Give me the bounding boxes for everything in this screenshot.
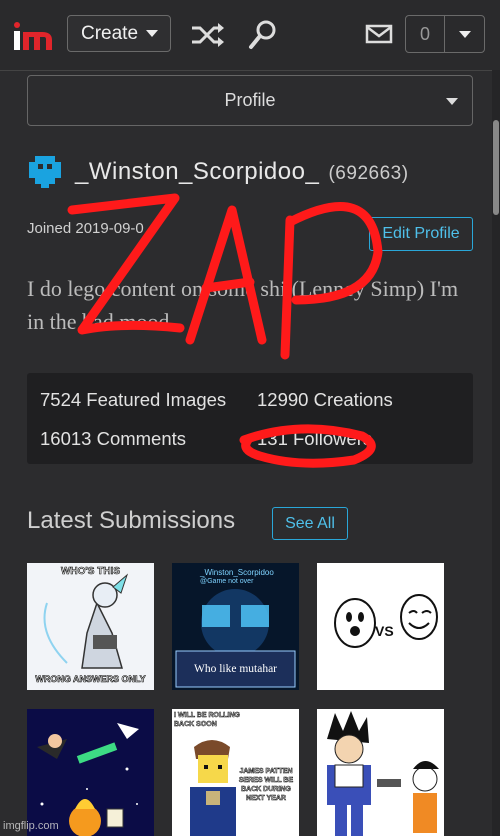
user-points: (692663) <box>328 163 409 184</box>
chevron-down-icon <box>146 30 159 37</box>
see-all-button[interactable]: See All <box>272 507 348 540</box>
create-button[interactable]: Create <box>67 15 171 52</box>
profile-select-label: Profile <box>224 90 276 110</box>
create-label: Create <box>81 22 139 44</box>
profile-stats: 7524 Featured Images 12990 Creations 160… <box>27 373 473 464</box>
stat-comments[interactable]: 16013 Comments <box>40 428 186 450</box>
thumbnail-caption: Who like mutahar <box>193 663 278 675</box>
username-text: _Winston_Scorpidoo_ <box>75 158 320 185</box>
thumbnail-caption: WHO'S THIS <box>60 566 121 578</box>
chevron-down-icon <box>458 30 471 38</box>
submission-thumbnail[interactable]: _Winston_Scorpidoo @Game not over Who li… <box>172 563 299 690</box>
notification-count: 0 <box>406 16 445 52</box>
chevron-down-icon <box>446 98 458 105</box>
submission-thumbnail[interactable]: WHO'S THIS WRONG ANSWERS ONLY <box>27 563 154 690</box>
submission-thumbnail[interactable]: I WILL BE ROLLING BACK SOON JAMES PATTEN… <box>172 709 299 836</box>
avatar[interactable] <box>27 154 63 190</box>
scrollbar-thumb[interactable] <box>493 120 499 215</box>
submission-thumbnail[interactable] <box>27 709 154 836</box>
profile-username: _Winston_Scorpidoo_ (692663) <box>75 158 409 186</box>
watermark: imgflip.com <box>3 820 59 832</box>
submission-thumbnail[interactable] <box>317 709 444 836</box>
top-nav-bar: Create 0 <box>0 0 500 71</box>
shuffle-icon[interactable] <box>190 20 226 50</box>
joined-date: Joined 2019-09-0 <box>27 220 144 237</box>
thumbnail-caption: JAMES PATTEN SERES WILL BE BACK DURING N… <box>238 768 294 803</box>
thumbnail-caption: I WILL BE ROLLING BACK SOON <box>174 712 240 729</box>
submission-thumbnail[interactable]: VS <box>317 563 444 690</box>
thumbnail-caption: @Game not over <box>200 578 254 585</box>
edit-profile-button[interactable]: Edit Profile <box>369 217 473 251</box>
stat-followers[interactable]: 131 Followers <box>257 428 372 450</box>
stat-featured-images[interactable]: 7524 Featured Images <box>40 389 226 411</box>
thumbnail-caption: VS <box>375 623 394 639</box>
notification-dropdown[interactable]: 0 <box>405 15 485 53</box>
mail-icon[interactable] <box>365 24 393 44</box>
search-icon[interactable] <box>248 19 278 51</box>
imgflip-logo[interactable] <box>14 22 54 50</box>
profile-select[interactable]: Profile <box>27 75 473 126</box>
thumbnail-caption: _Winston_Scorpidoo <box>200 568 274 577</box>
latest-submissions-heading: Latest Submissions <box>27 507 236 534</box>
profile-bio: I do lego content on some shi (Lenney Si… <box>27 276 459 334</box>
dropdown-toggle[interactable] <box>445 16 484 52</box>
stat-creations[interactable]: 12990 Creations <box>257 389 393 411</box>
thumbnail-caption: WRONG ANSWERS ONLY <box>35 674 146 685</box>
